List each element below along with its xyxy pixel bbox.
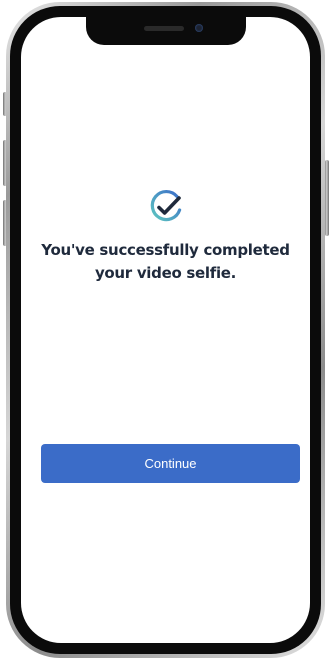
check-circle-icon	[150, 189, 181, 222]
earpiece-speaker	[143, 26, 184, 31]
phone-frame: You've successfully completed your video…	[6, 2, 325, 658]
front-camera	[194, 24, 203, 32]
notch	[85, 17, 246, 45]
continue-button[interactable]: Continue	[41, 444, 300, 483]
phone-bezel: You've successfully completed your video…	[10, 6, 321, 654]
success-message: You've successfully completed your video…	[41, 241, 290, 282]
phone-screen: You've successfully completed your video…	[21, 17, 310, 643]
power-button	[325, 160, 329, 236]
device-mockup: You've successfully completed your video…	[0, 0, 331, 662]
